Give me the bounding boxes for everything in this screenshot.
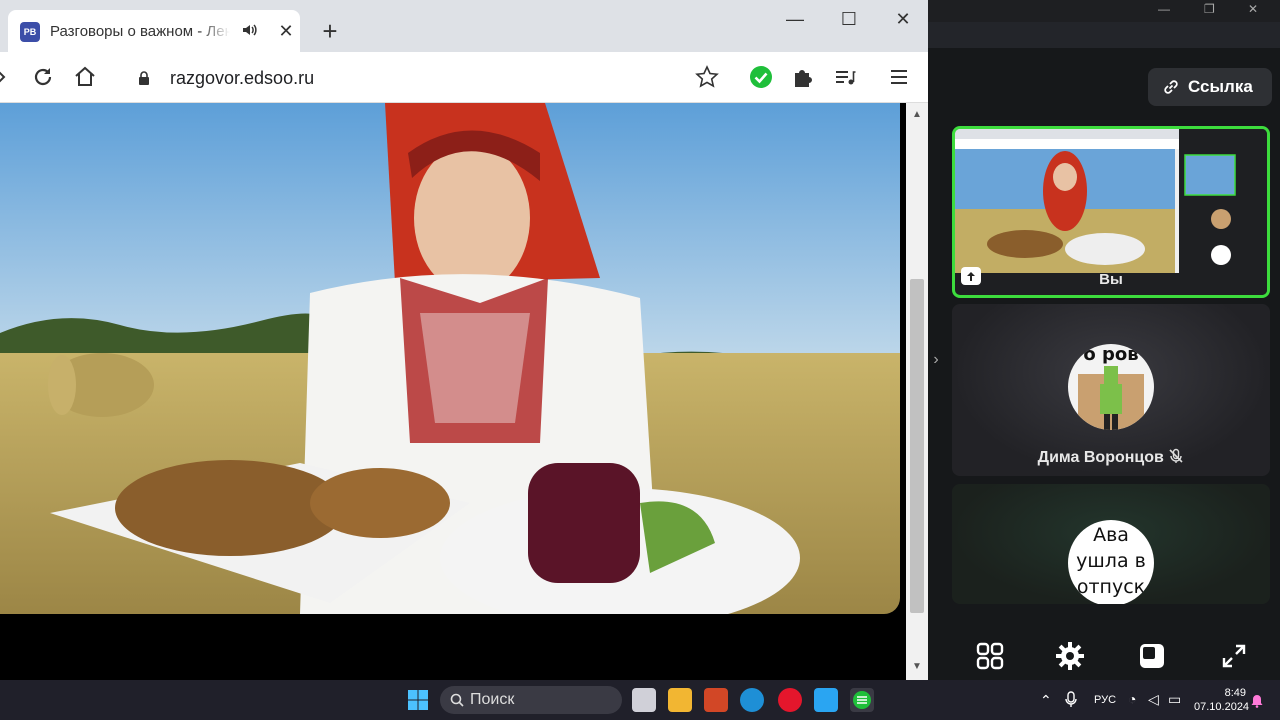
bookmark-star-icon[interactable] bbox=[694, 64, 720, 90]
extensions-puzzle-icon[interactable] bbox=[790, 64, 816, 90]
sidebar-restore-icon[interactable]: ❐ bbox=[1204, 2, 1215, 16]
file-explorer-icon[interactable] bbox=[668, 688, 692, 712]
video-player[interactable] bbox=[0, 103, 900, 614]
lock-icon bbox=[139, 71, 149, 85]
tray-overflow-icon[interactable]: ⌃ bbox=[1040, 692, 1052, 709]
taskbar: Поиск ⌃ РУС ◔ ◁ ▭ 8:49 07.10.2024 bbox=[0, 680, 1280, 720]
copy-link-button[interactable]: Ссылка bbox=[1148, 68, 1272, 106]
call-sidebar: — ❐ ✕ › Ссылка Вы о ров Дима Воронцов Ав… bbox=[928, 0, 1280, 680]
scroll-up-icon[interactable]: ▲ bbox=[912, 109, 922, 120]
participant-tile[interactable]: Ава ушла в отпуск bbox=[952, 484, 1270, 604]
wifi-icon[interactable]: ◔ bbox=[1128, 691, 1136, 707]
powerpoint-icon[interactable] bbox=[704, 688, 728, 712]
minimize-button[interactable]: — bbox=[780, 6, 810, 32]
store-icon[interactable] bbox=[814, 688, 838, 712]
sidebar-minimize-icon[interactable]: — bbox=[1158, 2, 1170, 16]
media-control-icon[interactable] bbox=[832, 64, 858, 90]
self-label: Вы bbox=[1099, 271, 1123, 288]
taskbar-search[interactable]: Поиск bbox=[440, 686, 622, 714]
clock-date[interactable]: 07.10.2024 bbox=[1194, 701, 1249, 713]
volume-icon[interactable]: ◁ bbox=[1148, 691, 1159, 708]
home-icon[interactable] bbox=[72, 64, 98, 90]
new-tab-button[interactable]: + bbox=[316, 18, 344, 46]
extension-check-icon[interactable] bbox=[748, 64, 774, 90]
video-frame-image bbox=[0, 103, 900, 614]
reload-icon[interactable] bbox=[30, 64, 56, 90]
scroll-down-icon[interactable]: ▼ bbox=[912, 661, 922, 672]
avatar-text: Ава ушла в отпуск bbox=[1076, 524, 1146, 598]
url-text: razgovor.edsoo.ru bbox=[170, 68, 315, 88]
search-icon bbox=[450, 693, 464, 707]
browser-window: PB Разговоры о важном - Лента ✕ + — ☐ ✕ bbox=[0, 0, 928, 680]
participant-name-text: Дима Воронцов bbox=[1037, 449, 1164, 466]
layout-icon[interactable] bbox=[1136, 640, 1168, 672]
participant-name: Дима Воронцов bbox=[952, 448, 1270, 467]
participant-tile-self[interactable]: Вы bbox=[952, 126, 1270, 298]
search-label: Поиск bbox=[470, 691, 515, 708]
tab-bar: PB Разговоры о важном - Лента ✕ + — ☐ ✕ bbox=[0, 0, 928, 52]
notification-bell-icon[interactable] bbox=[1250, 692, 1264, 708]
edge-icon[interactable] bbox=[740, 688, 764, 712]
settings-icon[interactable] bbox=[1054, 640, 1086, 672]
browser-toolbar: razgovor.edsoo.ru bbox=[0, 52, 928, 103]
opera-icon[interactable] bbox=[778, 688, 802, 712]
sidebar-close-icon[interactable]: ✕ bbox=[1248, 2, 1258, 16]
participant-tile[interactable]: о ров Дима Воронцов bbox=[952, 304, 1270, 476]
menu-icon[interactable] bbox=[886, 64, 912, 90]
microphone-icon[interactable] bbox=[1064, 691, 1078, 709]
close-tab-icon[interactable]: ✕ bbox=[276, 21, 296, 41]
avatar: о ров bbox=[1068, 344, 1154, 430]
copy-link-label: Ссылка bbox=[1188, 77, 1253, 96]
speaker-icon[interactable] bbox=[241, 21, 259, 39]
clock-time[interactable]: 8:49 bbox=[1200, 687, 1246, 699]
battery-icon[interactable]: ▭ bbox=[1168, 691, 1181, 708]
sidebar-titlebar: — ❐ ✕ bbox=[928, 0, 1280, 22]
grid-icon[interactable] bbox=[974, 640, 1006, 672]
scroll-thumb[interactable] bbox=[910, 279, 924, 613]
task-view-icon[interactable] bbox=[632, 688, 656, 712]
collapse-panel-icon[interactable]: › bbox=[928, 345, 944, 375]
sidebar-header-strip bbox=[928, 22, 1280, 48]
language-indicator[interactable]: РУС bbox=[1094, 694, 1116, 706]
scrollbar[interactable]: ▲ ▼ bbox=[906, 103, 928, 680]
windows-start-icon[interactable] bbox=[406, 688, 430, 712]
maximize-button[interactable]: ☐ bbox=[834, 6, 864, 32]
active-app-icon[interactable] bbox=[850, 688, 874, 712]
avatar-text: о ров bbox=[1083, 344, 1138, 365]
browser-tab[interactable]: PB Разговоры о важном - Лента ✕ bbox=[8, 10, 300, 52]
tab-favicon: PB bbox=[20, 22, 40, 42]
close-window-button[interactable]: ✕ bbox=[888, 6, 918, 32]
fullscreen-icon[interactable] bbox=[1218, 640, 1250, 672]
page-content bbox=[0, 103, 906, 680]
tab-title: Разговоры о важном - Лента bbox=[50, 23, 230, 40]
avatar: Ава ушла в отпуск bbox=[1068, 520, 1154, 604]
link-icon bbox=[1164, 80, 1178, 94]
screen: PB Разговоры о важном - Лента ✕ + — ☐ ✕ bbox=[0, 0, 1280, 720]
mic-muted-icon bbox=[1169, 448, 1183, 463]
forward-icon[interactable] bbox=[0, 64, 20, 90]
